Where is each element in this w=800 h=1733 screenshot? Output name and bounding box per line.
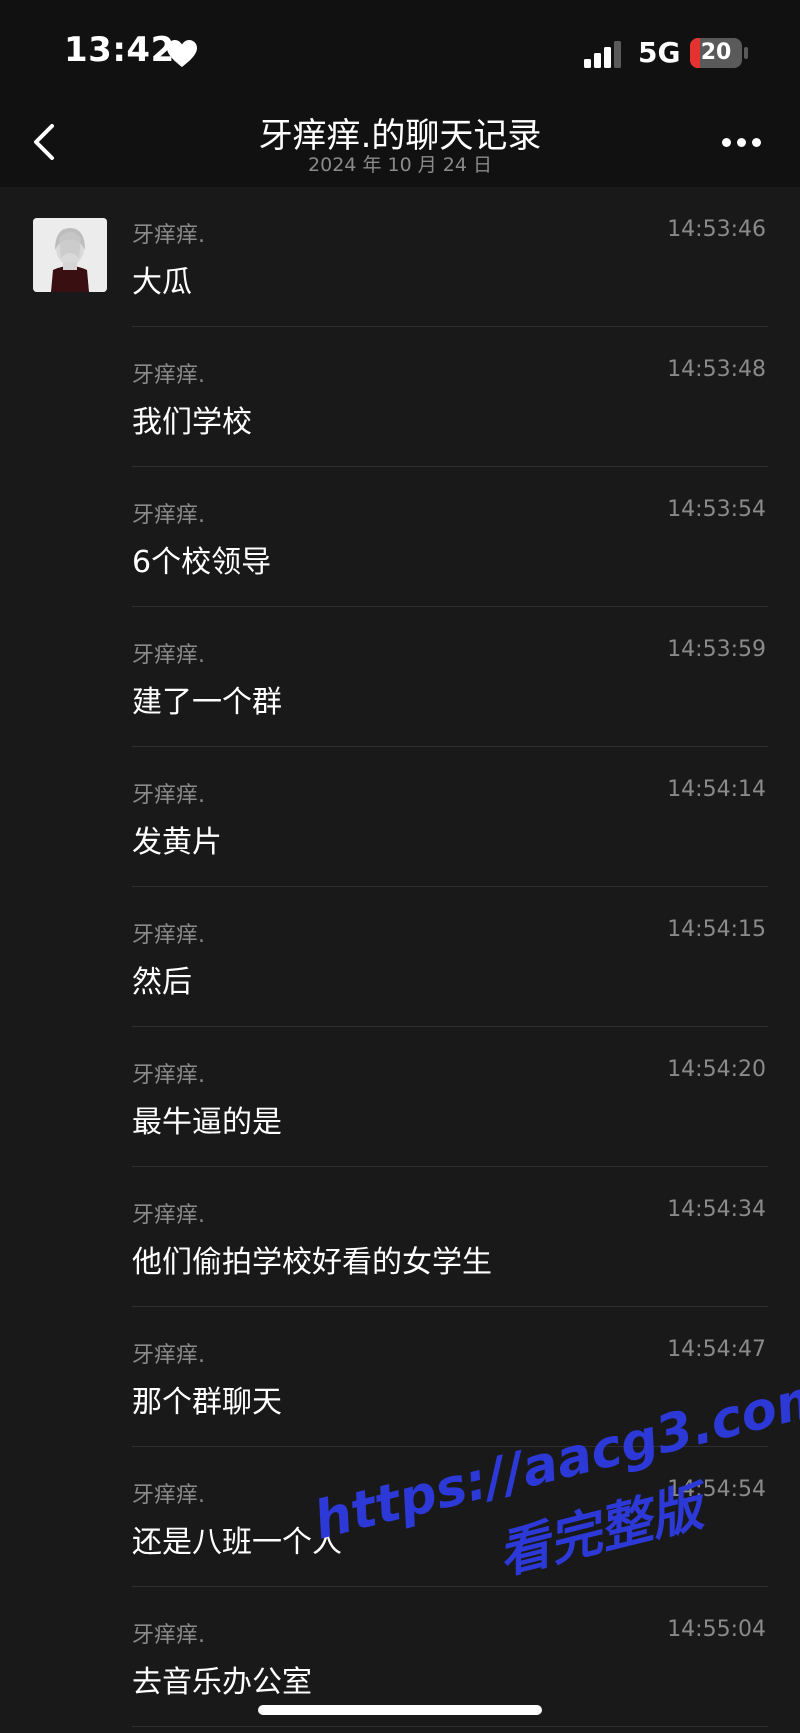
chat-history-date: 2024 年 10 月 24 日 (308, 154, 492, 176)
battery-icon: 20 (690, 38, 742, 68)
message-item[interactable]: 牙痒痒. 14:53:46 大瓜 (132, 187, 768, 327)
more-dot (722, 138, 731, 147)
message-text: 我们学校 (132, 405, 252, 440)
message-text: 还是八班一个人 (132, 1525, 342, 1560)
status-bar: 13:42 5G 20 (0, 0, 800, 100)
message-sender: 牙痒痒. (132, 503, 205, 528)
battery-tip (744, 47, 748, 59)
message-sender: 牙痒痒. (132, 363, 205, 388)
message-text: 建了一个群 (132, 685, 282, 720)
message-item[interactable]: 牙痒痒. 14:54:14 发黄片 (132, 747, 768, 887)
message-item[interactable]: 牙痒痒. 14:53:54 6个校领导 (132, 467, 768, 607)
message-time: 14:53:59 (667, 637, 766, 662)
message-text: 发黄片 (132, 825, 222, 860)
message-sender: 牙痒痒. (132, 923, 205, 948)
message-text: 大瓜 (132, 265, 192, 300)
signal-icon (584, 41, 621, 68)
more-dot (752, 138, 761, 147)
message-time: 14:54:20 (667, 1057, 766, 1082)
heart-icon (167, 40, 197, 67)
home-indicator[interactable] (258, 1705, 542, 1715)
message-text: 然后 (132, 965, 192, 1000)
message-sender: 牙痒痒. (132, 643, 205, 668)
message-item[interactable]: 牙痒痒. 14:53:48 我们学校 (132, 327, 768, 467)
message-sender: 牙痒痒. (132, 1623, 205, 1648)
more-icon[interactable] (722, 138, 762, 150)
message-sender: 牙痒痒. (132, 1203, 205, 1228)
status-time: 13:42 (64, 30, 175, 70)
message-time: 14:55:04 (667, 1617, 766, 1642)
message-time: 14:53:48 (667, 357, 766, 382)
message-item[interactable]: 牙痒痒. 14:54:34 他们偷拍学校好看的女学生 (132, 1167, 768, 1307)
message-time: 14:54:14 (667, 777, 766, 802)
message-item[interactable]: 牙痒痒. 14:53:59 建了一个群 (132, 607, 768, 747)
message-item[interactable]: 牙痒痒. 14:54:20 最牛逼的是 (132, 1027, 768, 1167)
battery-level: 20 (700, 40, 732, 65)
message-sender: 牙痒痒. (132, 783, 205, 808)
message-text: 他们偷拍学校好看的女学生 (132, 1245, 492, 1280)
nav-bar: 牙痒痒.的聊天记录 2024 年 10 月 24 日 (0, 100, 800, 187)
message-text: 最牛逼的是 (132, 1105, 282, 1140)
message-time: 14:54:34 (667, 1197, 766, 1222)
message-time: 14:54:15 (667, 917, 766, 942)
message-time: 14:53:46 (667, 217, 766, 242)
message-time: 14:53:54 (667, 497, 766, 522)
network-type: 5G (638, 36, 681, 69)
message-text: 6个校领导 (132, 545, 272, 580)
message-sender: 牙痒痒. (132, 223, 205, 248)
message-text: 那个群聊天 (132, 1385, 282, 1420)
message-sender: 牙痒痒. (132, 1063, 205, 1088)
more-dot (737, 138, 746, 147)
message-item[interactable]: 牙痒痒. 14:54:15 然后 (132, 887, 768, 1027)
message-sender: 牙痒痒. (132, 1343, 205, 1368)
message-text: 去音乐办公室 (132, 1665, 312, 1700)
message-sender: 牙痒痒. (132, 1483, 205, 1508)
